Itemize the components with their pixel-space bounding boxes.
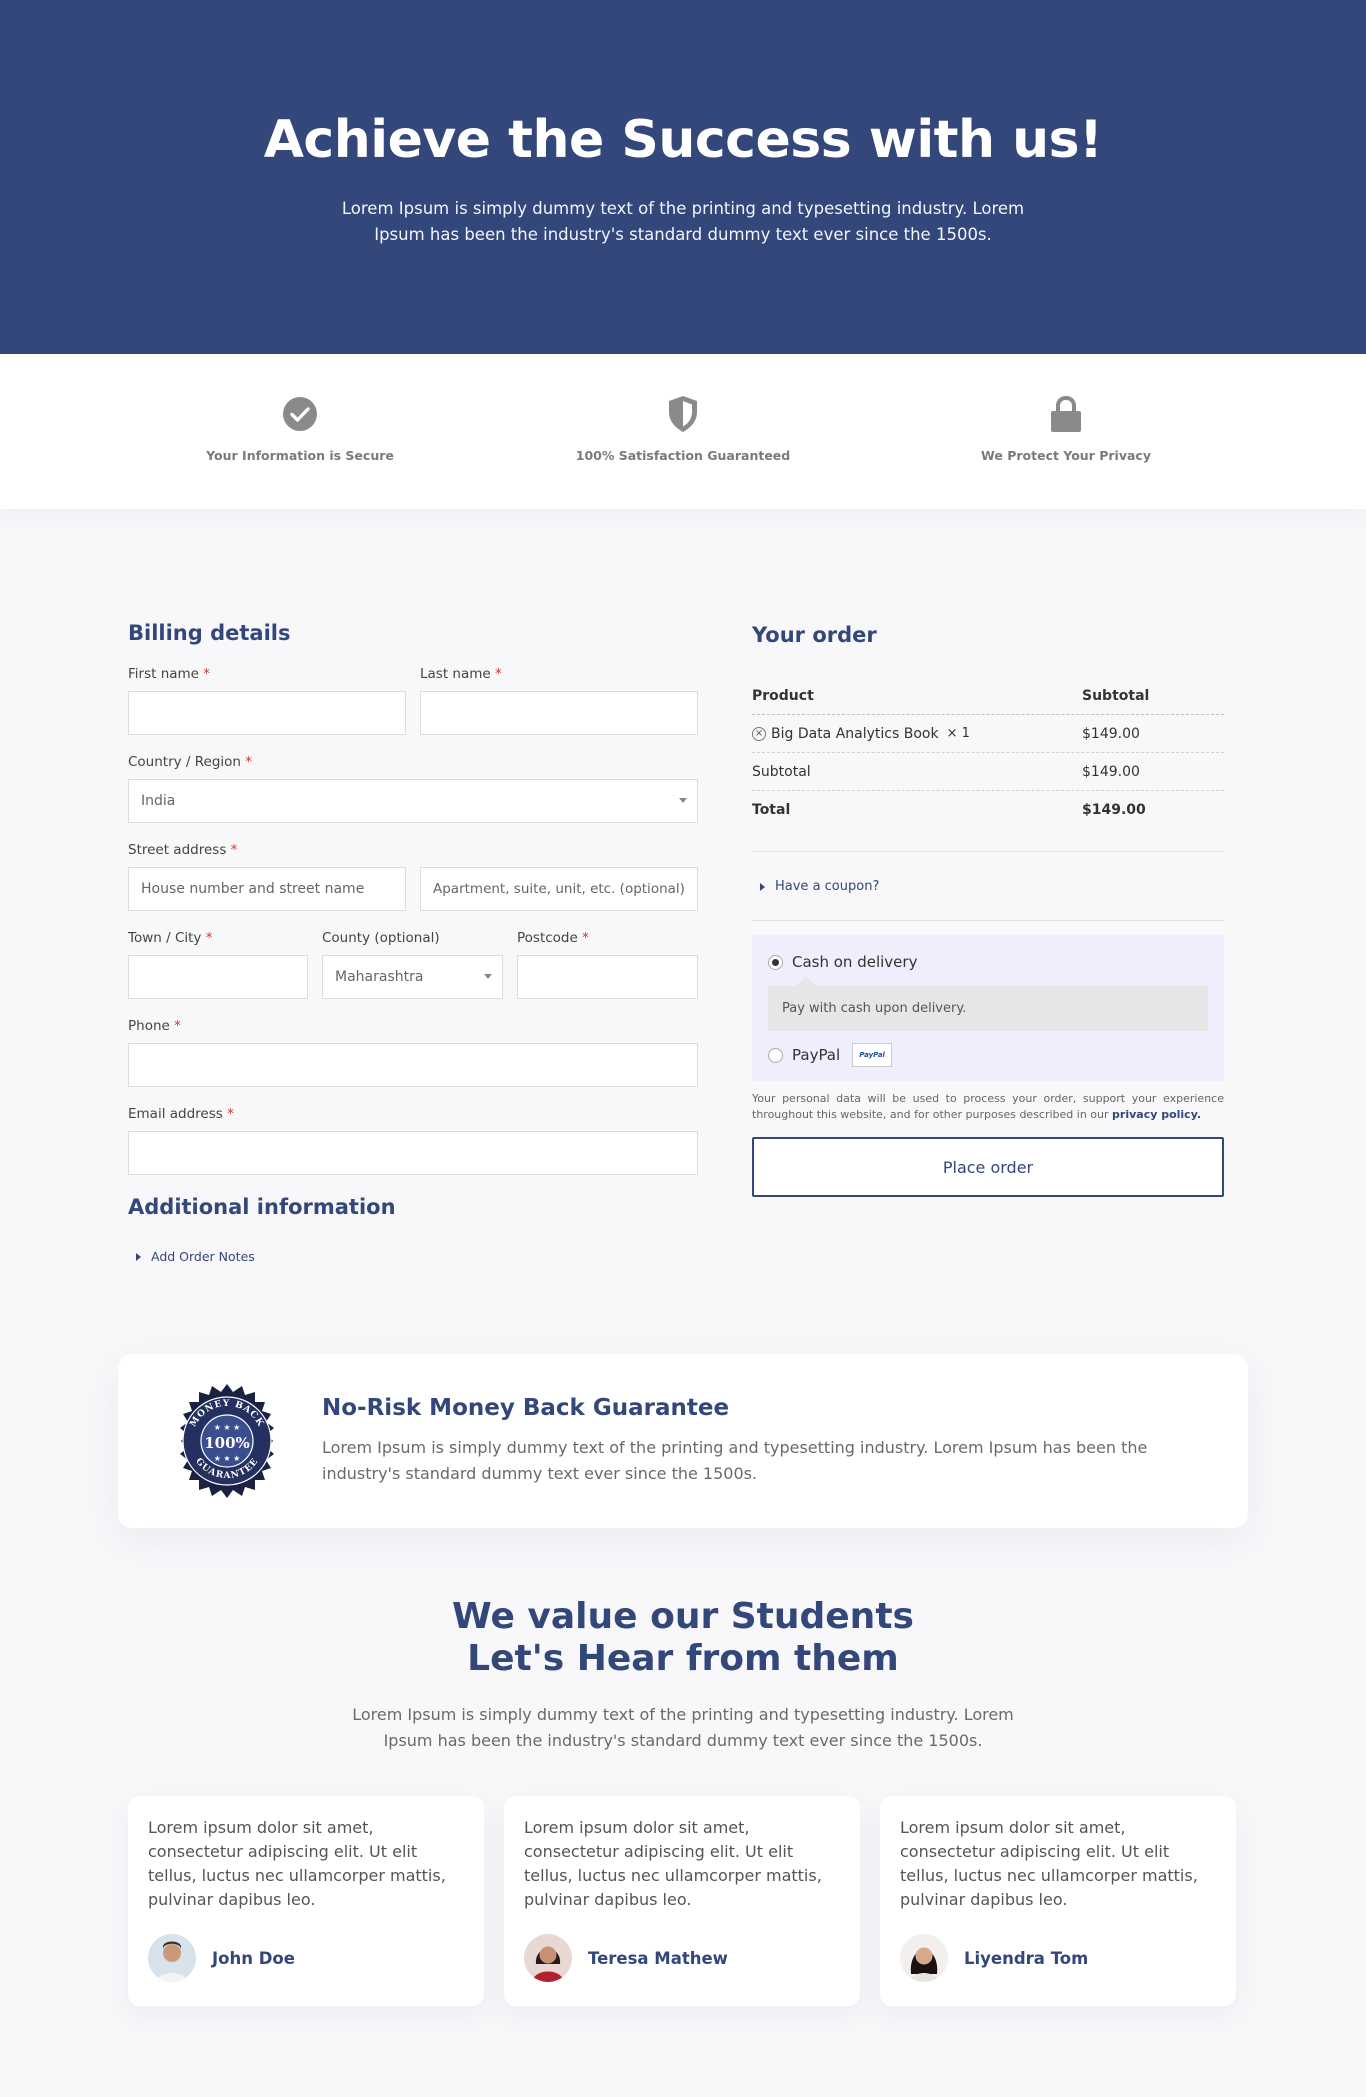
- svg-text:★ ★ ★: ★ ★ ★: [214, 1423, 241, 1432]
- county-label: County (optional): [322, 930, 440, 946]
- additional-info-title: Additional information: [128, 1195, 396, 1219]
- add-order-notes-toggle[interactable]: Add Order Notes: [128, 1249, 698, 1264]
- privacy-notice: Your personal data will be used to proce…: [752, 1092, 1224, 1121]
- order-title: Your order: [752, 623, 877, 647]
- order-summary: Your order Product Subtotal × Big Data A…: [752, 621, 1224, 1469]
- testimonials-description: Lorem Ipsum is simply dummy text of the …: [352, 1705, 1014, 1750]
- last-name-label: Last name *: [420, 666, 502, 682]
- testimonial-quote: Lorem ipsum dolor sit amet, consectetur …: [148, 1818, 446, 1909]
- trust-item-satisfaction: 100% Satisfaction Guaranteed: [523, 390, 843, 509]
- testimonials-heading: We value our Students Let's Hear from the…: [0, 1596, 1366, 1754]
- county-value: Maharashtra: [335, 969, 424, 985]
- billing-details: Billing details First name * Last name *…: [128, 621, 698, 1469]
- checkout-section: Billing details First name * Last name *…: [0, 509, 1366, 1469]
- product-qty: × 1: [946, 726, 970, 741]
- country-select[interactable]: India: [128, 779, 698, 823]
- apartment-field[interactable]: Apartment, suite, unit, etc. (optional): [420, 867, 698, 911]
- country-value: India: [141, 793, 176, 809]
- divider: [752, 920, 1224, 921]
- shield-icon: [523, 390, 843, 438]
- radio-selected[interactable]: [768, 954, 783, 970]
- postcode-field[interactable]: [517, 955, 698, 999]
- coupon-toggle[interactable]: Have a coupon?: [752, 852, 1224, 920]
- testimonial-card: Lorem ipsum dolor sit amet, consectetur …: [504, 1796, 860, 2006]
- cod-description: Pay with cash upon delivery.: [768, 976, 1208, 1031]
- testimonial-quote: Lorem ipsum dolor sit amet, consectetur …: [524, 1818, 822, 1909]
- avatar: [900, 1934, 948, 1982]
- order-table: Product Subtotal × Big Data Analytics Bo…: [752, 677, 1224, 829]
- money-back-badge-icon: 100% ★ ★ ★ ★ ★ ★ MONEY BACK GUARANTEE: [168, 1382, 286, 1500]
- lock-icon: [906, 390, 1226, 438]
- testimonial-author: Liyendra Tom: [964, 1948, 1089, 1968]
- testimonial-card: Lorem ipsum dolor sit amet, consectetur …: [128, 1796, 484, 2006]
- town-label: Town / City *: [128, 930, 213, 946]
- apartment-placeholder: Apartment, suite, unit, etc. (optional): [433, 881, 685, 897]
- avatar: [148, 1934, 196, 1982]
- place-order-button[interactable]: Place order: [752, 1137, 1224, 1197]
- remove-item-icon[interactable]: ×: [752, 726, 766, 741]
- guarantee-title: No-Risk Money Back Guarantee: [322, 1395, 730, 1421]
- chevron-down-icon: [484, 974, 492, 979]
- trust-label: We Protect Your Privacy: [981, 448, 1151, 463]
- email-label: Email address *: [128, 1106, 234, 1122]
- hero-subtitle: Lorem Ipsum is simply dummy text of the …: [341, 199, 1025, 244]
- street-placeholder: House number and street name: [141, 881, 365, 897]
- testimonial-quote: Lorem ipsum dolor sit amet, consectetur …: [900, 1818, 1198, 1909]
- testimonials-title: We value our Students Let's Hear from the…: [452, 1596, 914, 1679]
- county-select[interactable]: Maharashtra: [322, 955, 503, 999]
- billing-title: Billing details: [128, 621, 291, 645]
- avatar: [524, 1934, 572, 1982]
- country-label: Country / Region *: [128, 754, 253, 770]
- trust-item-privacy: We Protect Your Privacy: [906, 390, 1226, 509]
- product-name: Big Data Analytics Book: [771, 725, 939, 742]
- product-price: $149.00: [1082, 725, 1140, 742]
- hero-title: Achieve the Success with us!: [263, 110, 1103, 170]
- testimonial-card: Lorem ipsum dolor sit amet, consectetur …: [880, 1796, 1236, 2006]
- testimonial-cards: Lorem ipsum dolor sit amet, consectetur …: [128, 1796, 1236, 2006]
- payment-option-cod[interactable]: Cash on delivery: [768, 953, 1208, 971]
- guarantee-card: 100% ★ ★ ★ ★ ★ ★ MONEY BACK GUARANTEE No…: [118, 1354, 1248, 1528]
- first-name-field[interactable]: [128, 691, 406, 735]
- trust-bar: Your Information is Secure 100% Satisfac…: [0, 354, 1366, 509]
- svg-text:100%: 100%: [204, 1434, 250, 1452]
- payment-option-paypal[interactable]: PayPal PayPal: [768, 1043, 1208, 1067]
- street-address-field[interactable]: House number and street name: [128, 867, 406, 911]
- radio-unselected[interactable]: [768, 1047, 783, 1063]
- trust-item-secure: Your Information is Secure: [140, 390, 460, 509]
- trust-label: Your Information is Secure: [206, 448, 394, 463]
- testimonial-author: Teresa Mathew: [588, 1948, 728, 1968]
- chevron-down-icon: [679, 798, 687, 803]
- privacy-policy-link[interactable]: privacy policy.: [1112, 1108, 1201, 1121]
- total-row: Total $149.00: [752, 802, 1146, 818]
- email-field[interactable]: [128, 1131, 698, 1175]
- subtotal-row: Subtotal $149.00: [752, 753, 1224, 791]
- guarantee-description: Lorem Ipsum is simply dummy text of the …: [322, 1438, 1148, 1483]
- caret-right-icon: [760, 882, 765, 891]
- svg-text:★ ★ ★: ★ ★ ★: [214, 1454, 241, 1463]
- town-field[interactable]: [128, 955, 308, 999]
- paypal-logo: PayPal: [852, 1043, 893, 1067]
- phone-field[interactable]: [128, 1043, 698, 1087]
- hero-banner: Achieve the Success with us! Lorem Ipsum…: [0, 0, 1366, 354]
- phone-label: Phone *: [128, 1018, 181, 1034]
- postcode-label: Postcode *: [517, 930, 589, 946]
- testimonial-author: John Doe: [212, 1948, 295, 1968]
- table-row: × Big Data Analytics Book × 1 $149.00: [752, 715, 1224, 753]
- check-circle-icon: [140, 390, 460, 438]
- table-header: Product Subtotal: [752, 677, 1224, 715]
- street-label: Street address *: [128, 842, 238, 858]
- add-order-notes-label: Add Order Notes: [151, 1249, 255, 1264]
- caret-right-icon: [136, 1252, 141, 1261]
- trust-label: 100% Satisfaction Guaranteed: [575, 448, 791, 463]
- first-name-label: First name *: [128, 666, 211, 682]
- last-name-field[interactable]: [420, 691, 698, 735]
- payment-methods: Cash on delivery Pay with cash upon deli…: [752, 935, 1224, 1081]
